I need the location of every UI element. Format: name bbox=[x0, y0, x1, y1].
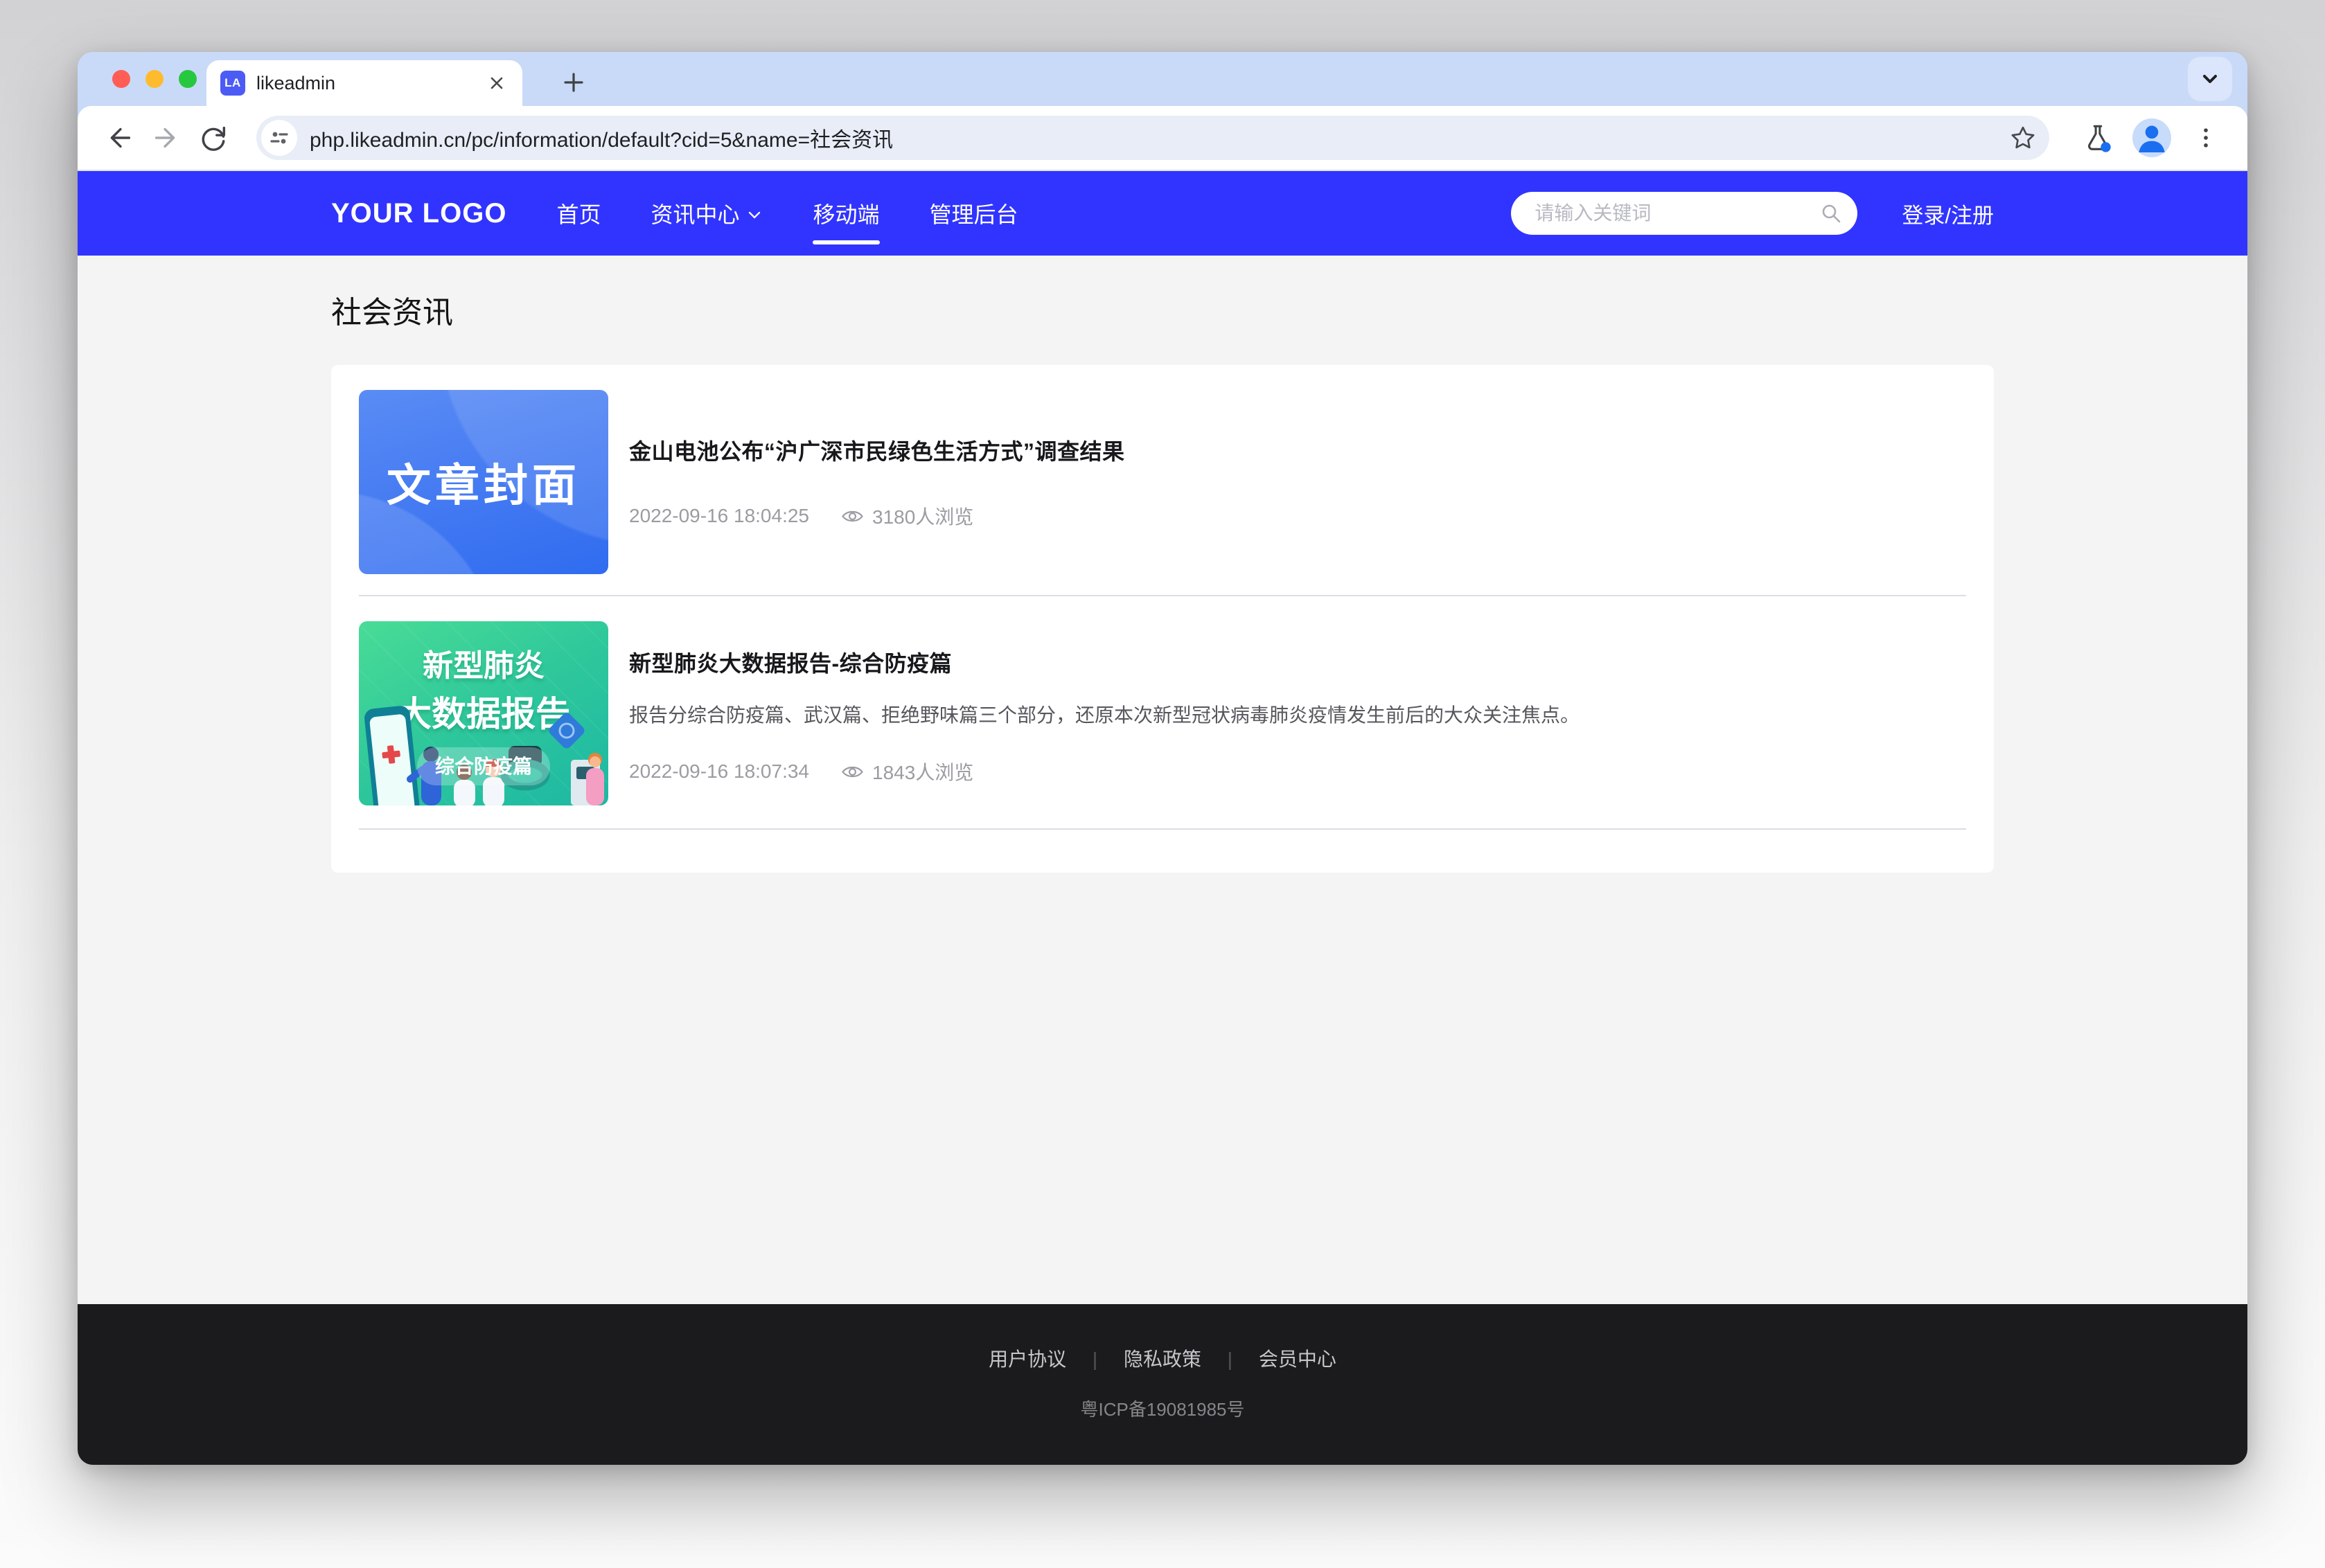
chevron-down-icon bbox=[746, 206, 763, 223]
footer-link-privacy-policy[interactable]: 隐私政策 bbox=[1124, 1348, 1201, 1370]
close-window-button[interactable] bbox=[112, 70, 130, 88]
site-info-icon bbox=[268, 127, 290, 149]
article-date: 2022-09-16 18:07:34 bbox=[629, 760, 809, 783]
site-favicon: LA bbox=[220, 71, 245, 96]
search-box bbox=[1511, 192, 1857, 235]
article-row[interactable]: 新型肺炎 大数据报告 综合防疫篇 bbox=[359, 596, 1966, 830]
browser-menu-button[interactable] bbox=[2188, 120, 2224, 156]
avatar-icon bbox=[2132, 118, 2171, 157]
search-icon[interactable] bbox=[1820, 202, 1842, 224]
page-title: 社会资讯 bbox=[331, 287, 1994, 332]
article-list-card: 文章封面 金山电池公布“沪广深市民绿色生活方式”调查结果 2022-09-16 … bbox=[331, 365, 1994, 873]
main-content: 社会资讯 文章封面 金山电池公布“沪广深市民绿色生活方式”调查结果 2022-0… bbox=[78, 256, 2247, 1304]
site-footer: 用户协议 | 隐私政策 | 会员中心 粤ICP备19081985号 bbox=[78, 1304, 2247, 1465]
browser-window: LA likeadmin bbox=[78, 52, 2247, 1465]
nav-item-news-center[interactable]: 资讯中心 bbox=[651, 171, 763, 256]
browser-tab[interactable]: LA likeadmin bbox=[206, 60, 522, 106]
chevron-down-icon bbox=[2198, 67, 2222, 91]
forward-button[interactable] bbox=[148, 120, 184, 156]
close-tab-icon[interactable] bbox=[485, 71, 509, 95]
footer-separator: | bbox=[1093, 1348, 1097, 1370]
browser-toolbar: php.likeadmin.cn/pc/information/default?… bbox=[78, 106, 2247, 171]
article-cover-image[interactable]: 文章封面 bbox=[359, 390, 608, 574]
forward-arrow-icon bbox=[150, 122, 182, 154]
site-info-button[interactable] bbox=[261, 120, 297, 156]
cover-placeholder-text: 文章封面 bbox=[387, 450, 581, 514]
active-nav-underline bbox=[813, 240, 879, 244]
footer-separator: | bbox=[1228, 1348, 1232, 1370]
flask-icon bbox=[2082, 122, 2114, 154]
footer-link-member-center[interactable]: 会员中心 bbox=[1259, 1348, 1336, 1370]
eye-icon bbox=[841, 763, 864, 781]
site-logo[interactable]: YOUR LOGO bbox=[331, 198, 506, 229]
cover-badge: 综合防疫篇 bbox=[417, 747, 550, 785]
nav-item-admin[interactable]: 管理后台 bbox=[930, 171, 1018, 256]
article-date: 2022-09-16 18:04:25 bbox=[629, 505, 809, 527]
new-tab-button[interactable] bbox=[557, 66, 590, 99]
zoom-window-button[interactable] bbox=[179, 70, 197, 88]
url-text[interactable]: php.likeadmin.cn/pc/information/default?… bbox=[310, 123, 893, 153]
minimize-window-button[interactable] bbox=[145, 70, 163, 88]
nav-item-home[interactable]: 首页 bbox=[556, 171, 601, 256]
article-view-count: 3180人浏览 bbox=[872, 502, 973, 530]
footer-link-user-agreement[interactable]: 用户协议 bbox=[989, 1348, 1066, 1370]
back-arrow-icon bbox=[103, 122, 135, 154]
profile-button[interactable] bbox=[2132, 118, 2171, 157]
eye-icon bbox=[841, 508, 864, 525]
login-register-link[interactable]: 登录/注册 bbox=[1902, 198, 1994, 229]
favicon-text: LA bbox=[224, 76, 241, 90]
browser-tab-strip: LA likeadmin bbox=[78, 52, 2247, 106]
back-button[interactable] bbox=[101, 120, 137, 156]
url-bar[interactable]: php.likeadmin.cn/pc/information/default?… bbox=[256, 116, 2049, 160]
article-title[interactable]: 金山电池公布“沪广深市民绿色生活方式”调查结果 bbox=[629, 434, 1966, 466]
article-title[interactable]: 新型肺炎大数据报告-综合防疫篇 bbox=[629, 646, 1966, 678]
article-cover-image[interactable]: 新型肺炎 大数据报告 综合防疫篇 bbox=[359, 621, 608, 805]
traffic-lights bbox=[78, 70, 197, 88]
tab-search-button[interactable] bbox=[2188, 57, 2232, 101]
search-input[interactable] bbox=[1511, 192, 1857, 235]
reload-button[interactable] bbox=[195, 120, 231, 156]
covid-illustration bbox=[359, 688, 608, 805]
article-summary: 报告分综合防疫篇、武汉篇、拒绝野味篇三个部分，还原本次新型冠状病毒肺炎疫情发生前… bbox=[629, 702, 1966, 729]
experiments-button[interactable] bbox=[2080, 120, 2116, 156]
tab-title: likeadmin bbox=[256, 73, 335, 94]
nav-item-mobile[interactable]: 移动端 bbox=[813, 171, 879, 256]
site-header: YOUR LOGO 首页 资讯中心 移动端 管理后台 bbox=[78, 171, 2247, 256]
reload-icon bbox=[197, 122, 229, 154]
article-row[interactable]: 文章封面 金山电池公布“沪广深市民绿色生活方式”调查结果 2022-09-16 … bbox=[359, 390, 1966, 596]
cover-title-line1: 新型肺炎 bbox=[423, 641, 545, 685]
kebab-menu-icon bbox=[2192, 124, 2220, 152]
web-page: YOUR LOGO 首页 资讯中心 移动端 管理后台 bbox=[78, 171, 2247, 1465]
article-view-count: 1843人浏览 bbox=[872, 758, 973, 785]
star-icon bbox=[2008, 123, 2037, 152]
desktop-background: LA likeadmin bbox=[0, 0, 2325, 1568]
bookmark-button[interactable] bbox=[2006, 121, 2040, 154]
icp-record-number: 粤ICP备19081985号 bbox=[78, 1396, 2247, 1421]
